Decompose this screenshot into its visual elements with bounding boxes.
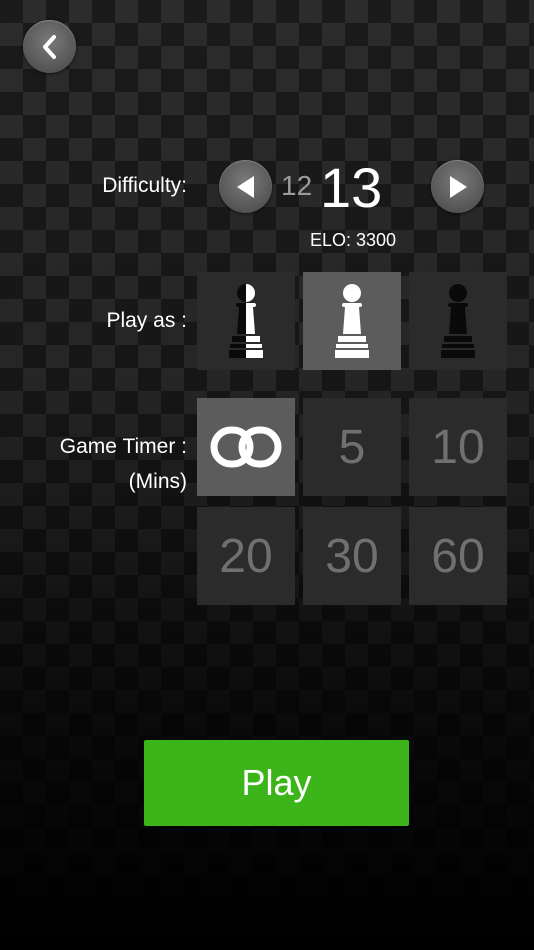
timer-option-60[interactable]: 60: [409, 507, 507, 605]
play-as-white-option[interactable]: [303, 272, 401, 370]
timer-option-10[interactable]: 10: [409, 398, 507, 496]
game-timer-label: Game Timer :: [59, 435, 187, 458]
game-timer-unit-label: (Mins): [128, 470, 187, 493]
difficulty-previous-level: 12: [281, 170, 313, 201]
black-pawn-icon: [441, 284, 475, 358]
infinity-icon: [210, 426, 282, 468]
difficulty-decrease-button[interactable]: [219, 160, 272, 213]
timer-option-30[interactable]: 30: [303, 507, 401, 605]
difficulty-increase-button[interactable]: [431, 160, 484, 213]
play-button[interactable]: Play: [144, 740, 409, 826]
play-as-label: Play as :: [106, 309, 187, 332]
timer-option-unlimited[interactable]: [197, 398, 295, 496]
timer-option-20[interactable]: 20: [197, 507, 295, 605]
play-as-random-option[interactable]: [197, 272, 295, 370]
half-pawn-icon: [229, 284, 263, 358]
play-as-black-option[interactable]: [409, 272, 507, 370]
difficulty-label: Difficulty:: [102, 174, 187, 197]
white-pawn-icon: [335, 284, 369, 358]
chevron-left-icon: [42, 34, 56, 59]
triangle-right-icon: [449, 175, 467, 198]
triangle-left-icon: [236, 175, 254, 198]
elo-rating: ELO: 3300: [310, 230, 397, 250]
back-button[interactable]: [23, 20, 76, 73]
timer-option-5[interactable]: 5: [303, 398, 401, 496]
difficulty-current-level: 13: [320, 156, 383, 219]
